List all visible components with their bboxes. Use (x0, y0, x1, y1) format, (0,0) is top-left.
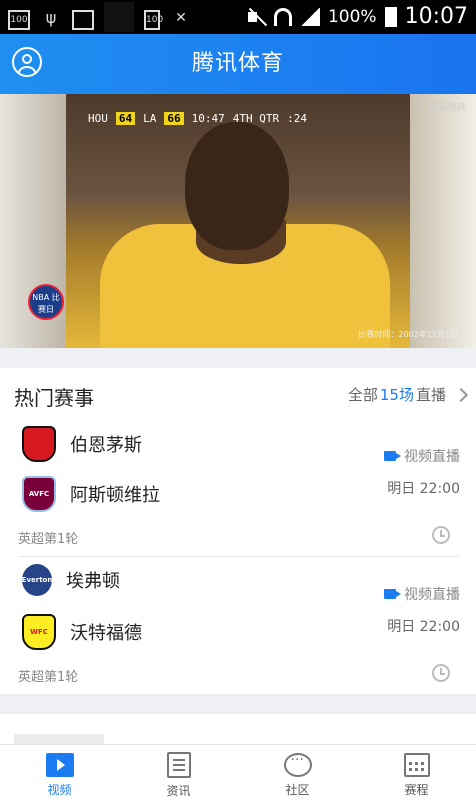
battery-saver-icon: 100 (144, 9, 163, 30)
all-live-count: 15场 (379, 386, 414, 404)
all-live-link[interactable]: 全部 15场 直播 (347, 384, 469, 405)
hot-matches-section: 热门赛事 全部 15场 直播 伯恩茅斯 AVFC 阿斯顿维拉 视频直播 明日 2… (0, 368, 476, 694)
home-team: Everton 埃弗顿 (22, 564, 120, 596)
alarm-clock-icon[interactable] (432, 526, 450, 544)
live-label: 视频直播 (404, 449, 460, 465)
news-icon (166, 751, 191, 778)
video-live-tag: 视频直播 (384, 446, 460, 466)
video-caption: 比赛时间：2002年11月1日 (358, 330, 458, 339)
section-title: 热门赛事 (14, 386, 94, 410)
status-system-icons: 100% 10:07 (247, 4, 468, 29)
video-icon (45, 752, 74, 777)
status-notification-icons: 100 ψ 100 ✕ (8, 2, 192, 32)
score-home: 64 (115, 112, 136, 125)
tab-community[interactable]: 社区 (238, 745, 357, 805)
match-round: 英超第1轮 (18, 532, 79, 547)
video-scoreboard: HOU 64 LA 66 10:47 4TH QTR :24 (88, 112, 307, 125)
home-team: 伯恩茅斯 (22, 426, 142, 462)
next-section-partial (0, 714, 476, 746)
page-title: 腾讯体育 (191, 51, 284, 76)
match-time: 明日 22:00 (387, 619, 460, 635)
video-live-tag: 视频直播 (384, 584, 460, 604)
match-time: 明日 22:00 (387, 481, 460, 497)
tab-label: 资讯 (166, 783, 191, 798)
tab-label: 社区 (285, 782, 310, 797)
battery-icon (384, 6, 397, 27)
match-round: 英超第1轮 (18, 670, 79, 685)
everton-crest-icon: Everton (22, 564, 52, 596)
tab-label: 视频 (47, 782, 72, 797)
all-live-prefix: 全部 (347, 386, 378, 404)
tab-label: 赛程 (404, 782, 429, 797)
image-icon (72, 9, 94, 30)
wifi-icon (273, 7, 292, 26)
away-team-name: 沃特福德 (70, 623, 142, 644)
video-blur-right (410, 94, 476, 348)
tab-video[interactable]: 视频 (0, 745, 119, 805)
away-team: AVFC 阿斯顿维拉 (22, 476, 160, 512)
notification-100-icon: 100 (8, 9, 30, 30)
video-banner[interactable]: HOU 64 LA 66 10:47 4TH QTR :24 腾讯视频 NBA … (0, 94, 476, 348)
all-live-suffix: 直播 (415, 386, 446, 404)
score-home-team: HOU (88, 112, 108, 125)
video-watermark: 腾讯视频 (429, 103, 466, 113)
blank-notification-icon (104, 2, 134, 32)
community-icon (283, 752, 312, 777)
bottom-tab-bar: 视频 资讯 社区 赛程 (0, 744, 476, 805)
score-shot-clock: :24 (287, 112, 307, 125)
aston-villa-crest-icon: AVFC (22, 476, 56, 512)
nba-logo-icon: NBA 比赛日 (28, 284, 64, 320)
bournemouth-crest-icon (22, 426, 56, 462)
score-clock: 10:47 (191, 112, 225, 125)
live-label: 视频直播 (404, 587, 460, 603)
tab-news[interactable]: 资讯 (119, 745, 238, 805)
app-header: 腾讯体育 (0, 34, 476, 94)
match-card[interactable]: Everton 埃弗顿 WFC 沃特福德 视频直播 明日 22:00 英超第1轮 (0, 556, 476, 694)
video-camera-icon (384, 589, 401, 599)
home-team-name: 伯恩茅斯 (70, 435, 142, 456)
chevron-right-icon (453, 387, 469, 402)
schedule-icon (403, 752, 430, 777)
watford-crest-icon: WFC (22, 614, 56, 650)
score-away: 66 (164, 112, 184, 125)
alarm-clock-icon[interactable] (432, 664, 450, 682)
away-team-name: 阿斯顿维拉 (70, 485, 160, 506)
match-card[interactable]: 伯恩茅斯 AVFC 阿斯顿维拉 视频直播 明日 22:00 英超第1轮 (0, 418, 476, 556)
away-team: WFC 沃特福德 (22, 614, 142, 650)
tab-schedule[interactable]: 赛程 (357, 745, 476, 805)
home-team-name: 埃弗顿 (66, 571, 120, 592)
signal-icon (299, 7, 320, 26)
score-quarter: 4TH QTR (232, 112, 280, 125)
video-camera-icon (384, 451, 401, 461)
no-sim-icon: ✕ (175, 9, 187, 26)
score-away-team: LA (143, 112, 157, 125)
battery-percent: 100% (327, 6, 377, 27)
mute-icon (247, 8, 266, 26)
usb-icon: ψ (45, 7, 57, 27)
status-bar: 100 ψ 100 ✕ 100% 10:07 (0, 0, 476, 34)
player-head-image (185, 122, 289, 250)
clock: 10:07 (404, 4, 468, 29)
